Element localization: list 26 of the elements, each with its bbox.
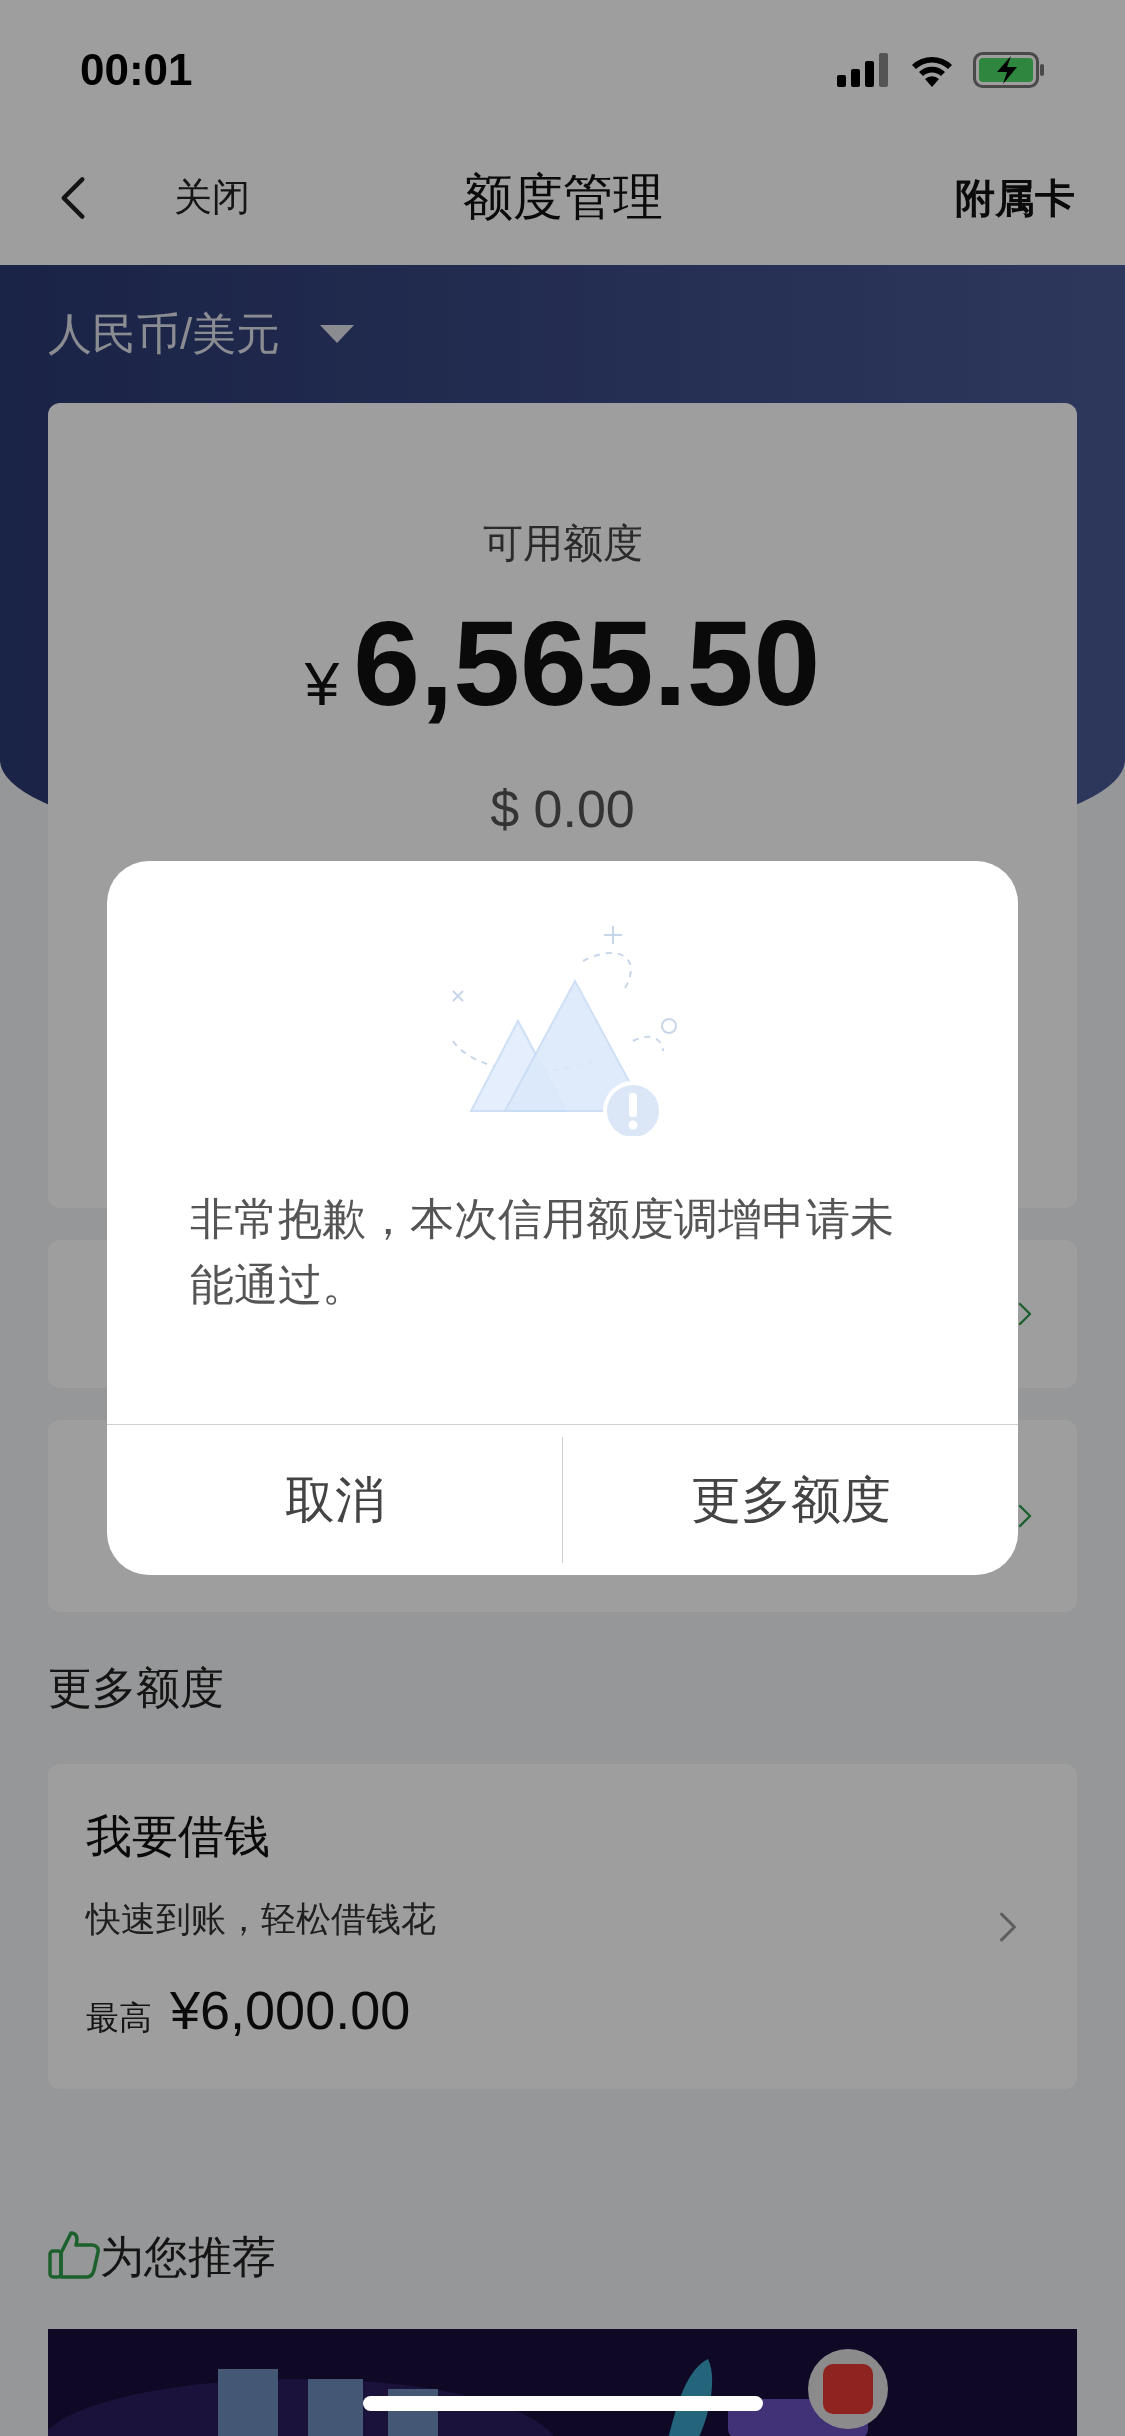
more-credit-button[interactable]: 更多额度 bbox=[563, 1425, 1018, 1575]
max-amount: ¥6,000.00 bbox=[170, 1978, 411, 2042]
caret-down-icon bbox=[320, 325, 355, 343]
currency-selector[interactable]: 人民币/美元 bbox=[48, 301, 281, 367]
thumbs-up-icon bbox=[48, 2229, 100, 2279]
offer-title: 我要借钱 bbox=[86, 1809, 271, 1865]
max-label: 最高 bbox=[86, 1997, 152, 2038]
chevron-right-icon bbox=[1018, 1301, 1032, 1327]
loan-offer-card[interactable]: 我要借钱 快速到账，轻松借钱花 最高 ¥6,000.00 bbox=[48, 1764, 1077, 2089]
usd-credit-amount: $ 0.00 bbox=[490, 779, 635, 840]
dialog-message: 非常抱歉，本次信用额度调增申请未能通过。 bbox=[189, 1193, 895, 1311]
available-credit-label: 可用额度 bbox=[482, 520, 643, 567]
section-heading: 为您推荐 bbox=[100, 2235, 276, 2279]
cancel-button[interactable]: 取消 bbox=[107, 1425, 562, 1575]
supplementary-card-link[interactable]: 附属卡 bbox=[955, 167, 1075, 228]
close-link[interactable]: 关闭 bbox=[174, 169, 250, 226]
section-heading: 更多额度 bbox=[48, 1662, 224, 1714]
battery-icon bbox=[973, 52, 1045, 88]
chevron-right-icon bbox=[1018, 1503, 1032, 1529]
currency-symbol: ¥ bbox=[304, 648, 340, 720]
back-icon bbox=[60, 174, 86, 221]
status-time: 00:01 bbox=[80, 44, 193, 96]
page-title: 额度管理 bbox=[462, 168, 663, 227]
offer-subtitle: 快速到账，轻松借钱花 bbox=[86, 1898, 437, 1941]
signal-icon bbox=[837, 53, 891, 87]
available-credit-amount: 6,565.50 bbox=[353, 603, 821, 723]
